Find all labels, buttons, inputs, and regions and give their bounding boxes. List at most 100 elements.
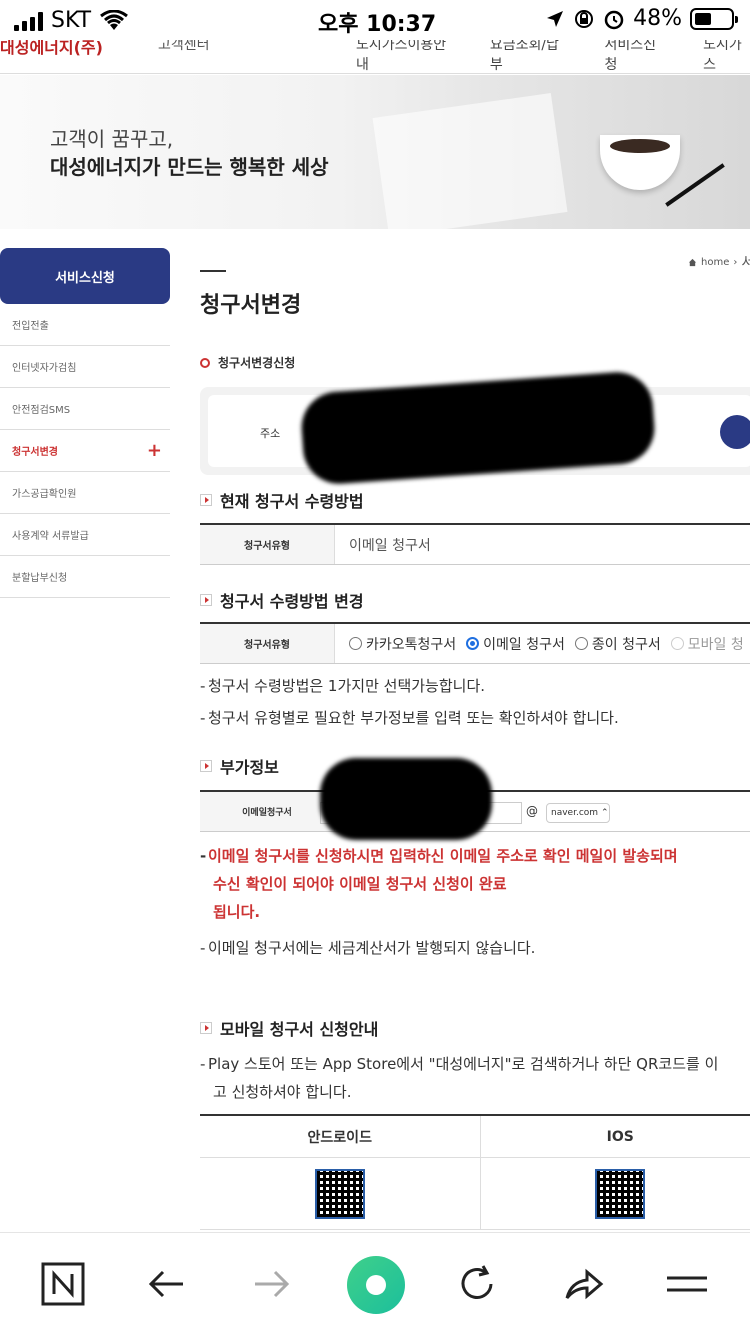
breadcrumb-home[interactable]: home — [701, 257, 729, 268]
email-note: - 이메일 청구서에는 세금계산서가 발행되지 않습니다. — [200, 939, 536, 957]
email-red-note: - 이메일 청구서를 신청하시면 입력하신 이메일 주소로 확인 메일이 발송되며… — [200, 847, 678, 921]
sidebar: 서비스신청 전입전출 인터넷자가검침 안전점검SMS 청구서변경 + 가스공급확… — [0, 248, 170, 598]
banner-line-2: 대성에너지가 만드는 행복한 세상 — [50, 155, 329, 179]
banner-line-1: 고객이 꿈꾸고, — [50, 127, 174, 151]
sidebar-title: 서비스신청 — [0, 248, 170, 304]
radio-circle-icon — [670, 637, 684, 650]
hamburger-menu-icon — [667, 1276, 707, 1292]
arrow-left-icon — [148, 1270, 183, 1298]
radio-paper[interactable]: 종이 청구서 — [574, 634, 661, 654]
breadcrumb: home › 서 — [688, 252, 750, 272]
radio-mobile[interactable]: 모바일 청 — [670, 634, 744, 654]
section-bullet-icon — [200, 494, 212, 506]
redaction-email — [320, 758, 492, 840]
address-action-button[interactable] — [720, 415, 750, 449]
title-divider — [200, 270, 226, 272]
radio-email[interactable]: 이메일 청구서 — [466, 634, 565, 654]
main-nav: 도시가스이용안내 요금조회/납부 서비스신청 도시가스 — [356, 34, 750, 74]
forward-button[interactable] — [246, 1259, 296, 1309]
banner-coffee-cup-image — [600, 135, 680, 190]
bill-type-radio-group: 카카오톡청구서 이메일 청구서 종이 청구서 모바일 청 — [335, 624, 744, 663]
nav-item-billing[interactable]: 요금조회/납부 — [490, 34, 565, 74]
section-bullet-icon — [200, 594, 212, 606]
current-type-label: 청구서유형 — [200, 525, 335, 564]
battery-percent: 48% — [633, 6, 682, 31]
sidebar-item-safety-sms[interactable]: 안전점검SMS — [0, 388, 170, 430]
hero-banner: 고객이 꿈꾸고, 대성에너지가 만드는 행복한 세상 — [0, 75, 750, 229]
change-method-heading: 청구서 수령방법 변경 — [200, 588, 364, 612]
wifi-icon — [100, 9, 129, 30]
change-note-2: - 청구서 유형별로 필요한 부가정보를 입력 또는 확인하셔야 합니다. — [200, 709, 619, 727]
qr-code-ios[interactable] — [595, 1168, 646, 1219]
address-label: 주소 — [260, 427, 281, 440]
plus-icon: + — [146, 440, 162, 461]
sidebar-item-supply-confirm[interactable]: 가스공급확인원 — [0, 472, 170, 514]
radio-circle-icon — [574, 637, 588, 650]
naver-n-icon — [41, 1262, 85, 1306]
sub-title-text: 청구서변경신청 — [218, 356, 296, 370]
refresh-icon — [461, 1265, 493, 1299]
radio-checked-icon — [466, 637, 480, 650]
ring-bullet-icon — [200, 357, 210, 368]
current-method-heading-text: 현재 청구서 수령방법 — [220, 492, 364, 511]
current-method-heading: 현재 청구서 수령방법 — [200, 488, 364, 512]
chevron-right-icon: › — [733, 256, 738, 268]
sidebar-item-bill-change[interactable]: 청구서변경 + — [0, 430, 170, 472]
naver-home-button[interactable] — [38, 1259, 88, 1309]
radio-label: 모바일 청 — [687, 636, 744, 653]
section-sub-title: 청구서변경신청 — [200, 354, 295, 371]
breadcrumb-next[interactable]: 서 — [741, 252, 750, 272]
green-dot-button[interactable] — [346, 1255, 406, 1315]
menu-button[interactable] — [662, 1259, 712, 1309]
clock: 오후 10:37 — [318, 12, 437, 37]
banner-paper-image — [372, 93, 568, 229]
extra-info-heading: 부가정보 — [200, 754, 279, 778]
qr-table-body — [200, 1158, 750, 1230]
red-note-line-2: 수신 확인이 되어야 이메일 청구서 신청이 완료 — [213, 875, 507, 893]
refresh-button[interactable] — [452, 1259, 502, 1309]
green-circle-icon — [347, 1256, 405, 1314]
section-bullet-icon — [200, 760, 212, 772]
nav-item-gas[interactable]: 도시가스 — [703, 34, 750, 74]
arrow-right-icon — [255, 1270, 290, 1298]
col-android: 안드로이드 — [200, 1116, 481, 1157]
mobile-note: - Play 스토어 또는 App Store에서 "대성에너지"로 검색하거나 … — [200, 1055, 719, 1101]
change-note-1: - 청구서 수령방법은 1가지만 선택가능합니다. — [200, 677, 486, 695]
change-type-label: 청구서유형 — [200, 624, 335, 663]
email-domain-select[interactable]: naver.com ⌃ — [546, 803, 610, 823]
note-text: 이메일 청구서에는 세금계산서가 발행되지 않습니다. — [208, 939, 536, 957]
signal-icon — [14, 11, 43, 31]
back-button[interactable] — [142, 1259, 192, 1309]
page-title: 청구서변경 — [200, 293, 302, 318]
radio-kakao[interactable]: 카카오톡청구서 — [349, 634, 456, 654]
sidebar-item-installment[interactable]: 분할납부신청 — [0, 556, 170, 598]
extra-info-heading-text: 부가정보 — [220, 758, 279, 777]
qr-table: 안드로이드 IOS — [200, 1114, 750, 1230]
col-ios: IOS — [606, 1128, 634, 1145]
change-method-heading-text: 청구서 수령방법 변경 — [220, 592, 364, 611]
alarm-icon — [604, 10, 624, 29]
nav-item-service[interactable]: 서비스신청 — [604, 34, 663, 74]
current-type-value: 이메일 청구서 — [349, 537, 431, 554]
battery-icon — [690, 7, 738, 30]
qr-code-android[interactable] — [314, 1168, 365, 1219]
chevron-updown-icon: ⌃ — [601, 808, 609, 818]
status-left: SKT — [14, 8, 129, 33]
sidebar-item-move[interactable]: 전입전출 — [0, 304, 170, 346]
rotation-lock-icon — [575, 9, 594, 28]
red-note-line-1: 이메일 청구서를 신청하시면 입력하신 이메일 주소로 확인 메일이 발송되며 — [208, 847, 678, 865]
radio-label: 카카오톡청구서 — [366, 636, 457, 653]
sidebar-item-self-reading[interactable]: 인터넷자가검침 — [0, 346, 170, 388]
share-arrow-icon — [565, 1268, 604, 1300]
note-text: 청구서 수령방법은 1가지만 선택가능합니다. — [208, 677, 486, 695]
browser-toolbar — [0, 1232, 750, 1334]
red-note-line-3: 됩니다. — [213, 903, 261, 921]
location-icon — [547, 10, 564, 27]
nav-item-guide[interactable]: 도시가스이용안내 — [356, 34, 450, 74]
share-button[interactable] — [558, 1259, 608, 1309]
status-bar: SKT 오후 10:37 48% — [0, 0, 750, 40]
sidebar-item-contract-docs[interactable]: 사용계약 서류발급 — [0, 514, 170, 556]
mobile-heading-text: 모바일 청구서 신청안내 — [220, 1020, 379, 1039]
home-icon — [688, 258, 697, 266]
mobile-note-line-2: 고 신청하셔야 합니다. — [213, 1083, 352, 1101]
